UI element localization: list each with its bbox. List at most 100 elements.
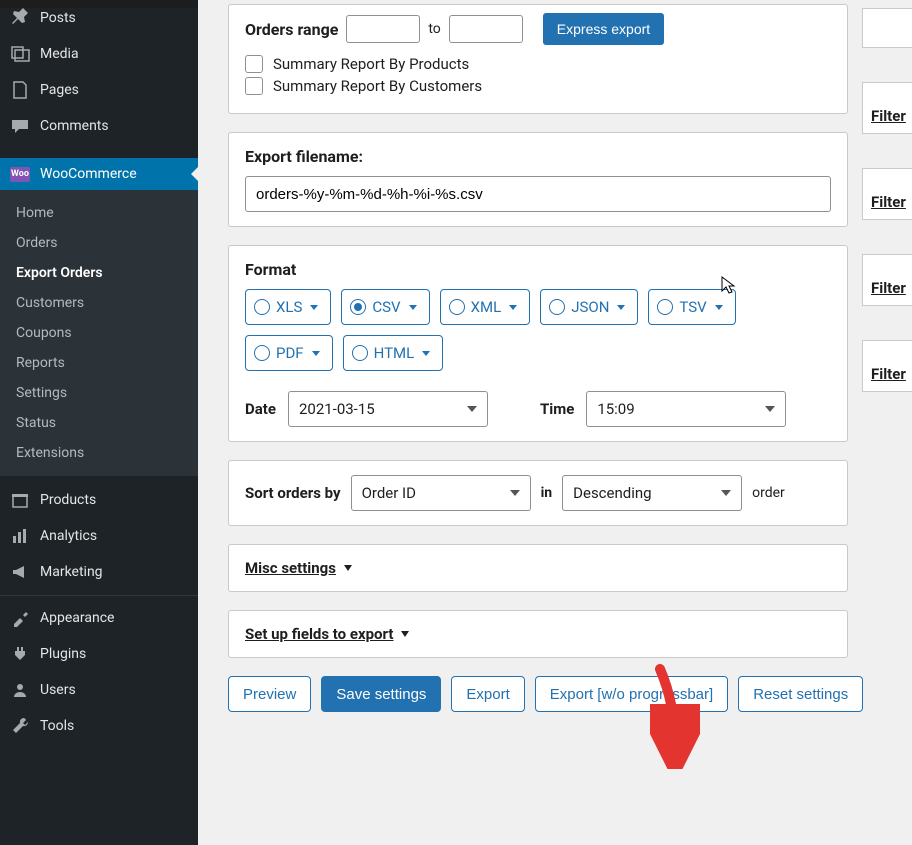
submenu-home[interactable]: Home xyxy=(0,198,198,228)
preview-button[interactable]: Preview xyxy=(228,676,311,712)
format-section: Format XLS CSV XML xyxy=(228,245,848,442)
misc-section: Misc settings xyxy=(228,544,848,592)
sidebar-tools[interactable]: Tools xyxy=(0,708,198,744)
reset-settings-button[interactable]: Reset settings xyxy=(738,676,863,712)
caret-icon xyxy=(401,631,409,637)
summary-customers-label: Summary Report By Customers xyxy=(273,77,482,95)
submenu-coupons[interactable]: Coupons xyxy=(0,318,198,348)
sidebar-analytics[interactable]: Analytics xyxy=(0,518,198,554)
marketing-icon xyxy=(10,562,30,582)
format-xml[interactable]: XML xyxy=(440,289,531,325)
format-xls[interactable]: XLS xyxy=(245,289,331,325)
submenu-status[interactable]: Status xyxy=(0,408,198,438)
menu-label: Products xyxy=(40,492,96,508)
export-button[interactable]: Export xyxy=(451,676,524,712)
radio-icon xyxy=(254,299,270,315)
sidebar-woocommerce[interactable]: Woo WooCommerce xyxy=(0,158,198,190)
summary-products-checkbox[interactable] xyxy=(245,55,263,73)
setup-fields-section: Set up fields to export xyxy=(228,610,848,658)
submenu-orders[interactable]: Orders xyxy=(0,228,198,258)
sidebar-users[interactable]: Users xyxy=(0,672,198,708)
caret-icon xyxy=(617,305,625,310)
format-tsv[interactable]: TSV xyxy=(648,289,735,325)
save-settings-button[interactable]: Save settings xyxy=(321,676,441,712)
filter-box: Filter xyxy=(862,340,912,392)
filter-link[interactable]: Filter xyxy=(871,193,906,211)
radio-icon xyxy=(549,299,565,315)
sort-dir-select[interactable]: Descending xyxy=(562,475,742,511)
sidebar-marketing[interactable]: Marketing xyxy=(0,554,198,590)
submenu-extensions[interactable]: Extensions xyxy=(0,438,198,468)
sort-order-word: order xyxy=(752,485,785,501)
date-label: Date xyxy=(245,400,276,418)
radio-icon xyxy=(449,299,465,315)
submenu-customers[interactable]: Customers xyxy=(0,288,198,318)
setup-fields-label: Set up fields to export xyxy=(245,625,393,643)
submenu-settings[interactable]: Settings xyxy=(0,378,198,408)
format-pdf[interactable]: PDF xyxy=(245,335,333,371)
orders-from-input[interactable] xyxy=(346,15,420,43)
pages-icon xyxy=(10,80,30,100)
orders-range-section: Orders range to Express export Summary R… xyxy=(228,4,848,114)
menu-label: WooCommerce xyxy=(40,166,137,182)
sidebar-media[interactable]: Media xyxy=(0,36,198,72)
summary-products-label: Summary Report By Products xyxy=(273,55,469,73)
format-csv[interactable]: CSV xyxy=(341,289,429,325)
filename-input[interactable] xyxy=(245,176,831,212)
menu-label: Media xyxy=(40,46,79,62)
setup-fields-toggle[interactable]: Set up fields to export xyxy=(245,625,409,643)
filter-link[interactable]: Filter xyxy=(871,279,906,297)
orders-to-input[interactable] xyxy=(449,15,523,43)
format-html[interactable]: HTML xyxy=(343,335,444,371)
sort-dir-value: Descending xyxy=(573,484,651,502)
sidebar-plugins[interactable]: Plugins xyxy=(0,636,198,672)
format-json[interactable]: JSON xyxy=(540,289,638,325)
orders-range-label: Orders range xyxy=(245,20,338,39)
radio-icon xyxy=(254,345,270,361)
woo-submenu: Home Orders Export Orders Customers Coup… xyxy=(0,190,198,476)
misc-settings-toggle[interactable]: Misc settings xyxy=(245,559,352,577)
sort-section: Sort orders by Order ID in Descending or… xyxy=(228,460,848,526)
express-export-button[interactable]: Express export xyxy=(543,13,664,45)
filter-box: Filter xyxy=(862,168,912,220)
filter-link[interactable]: Filter xyxy=(871,365,906,383)
pin-icon xyxy=(10,8,30,28)
date-value: 2021-03-15 xyxy=(299,400,375,418)
caret-icon xyxy=(312,351,320,356)
sort-field-select[interactable]: Order ID xyxy=(351,475,531,511)
sidebar-products[interactable]: Products xyxy=(0,482,198,518)
menu-label: Posts xyxy=(40,10,76,26)
submenu-reports[interactable]: Reports xyxy=(0,348,198,378)
tools-icon xyxy=(10,716,30,736)
sidebar-appearance[interactable]: Appearance xyxy=(0,600,198,636)
main-content: Orders range to Express export Summary R… xyxy=(198,0,912,845)
format-heading: Format xyxy=(245,260,831,279)
filename-heading: Export filename: xyxy=(245,147,831,166)
sidebar-comments[interactable]: Comments xyxy=(0,108,198,144)
caret-icon xyxy=(467,406,477,412)
right-panels: Filter Filter Filter Filter xyxy=(862,8,912,392)
format-label: TSV xyxy=(679,298,706,316)
sidebar-pages[interactable]: Pages xyxy=(0,72,198,108)
products-icon xyxy=(10,490,30,510)
sidebar-posts[interactable]: Posts xyxy=(0,8,198,36)
summary-customers-checkbox[interactable] xyxy=(245,77,263,95)
caret-icon xyxy=(422,351,430,356)
filter-link[interactable]: Filter xyxy=(871,107,906,125)
caret-icon xyxy=(509,305,517,310)
date-select[interactable]: 2021-03-15 xyxy=(288,391,488,427)
time-select[interactable]: 15:09 xyxy=(586,391,786,427)
sort-field-value: Order ID xyxy=(362,484,416,502)
comments-icon xyxy=(10,116,30,136)
filter-box xyxy=(862,8,912,48)
caret-icon xyxy=(715,305,723,310)
admin-sidebar: Posts Media Pages Comments Woo WooCommer… xyxy=(0,0,198,845)
time-value: 15:09 xyxy=(597,400,634,418)
appearance-icon xyxy=(10,608,30,628)
submenu-export-orders[interactable]: Export Orders xyxy=(0,258,198,288)
caret-icon xyxy=(409,305,417,310)
export-no-progress-button[interactable]: Export [w/o progressbar] xyxy=(535,676,728,712)
plugins-icon xyxy=(10,644,30,664)
orders-to-word: to xyxy=(428,21,440,37)
sort-in-word: in xyxy=(541,485,553,501)
